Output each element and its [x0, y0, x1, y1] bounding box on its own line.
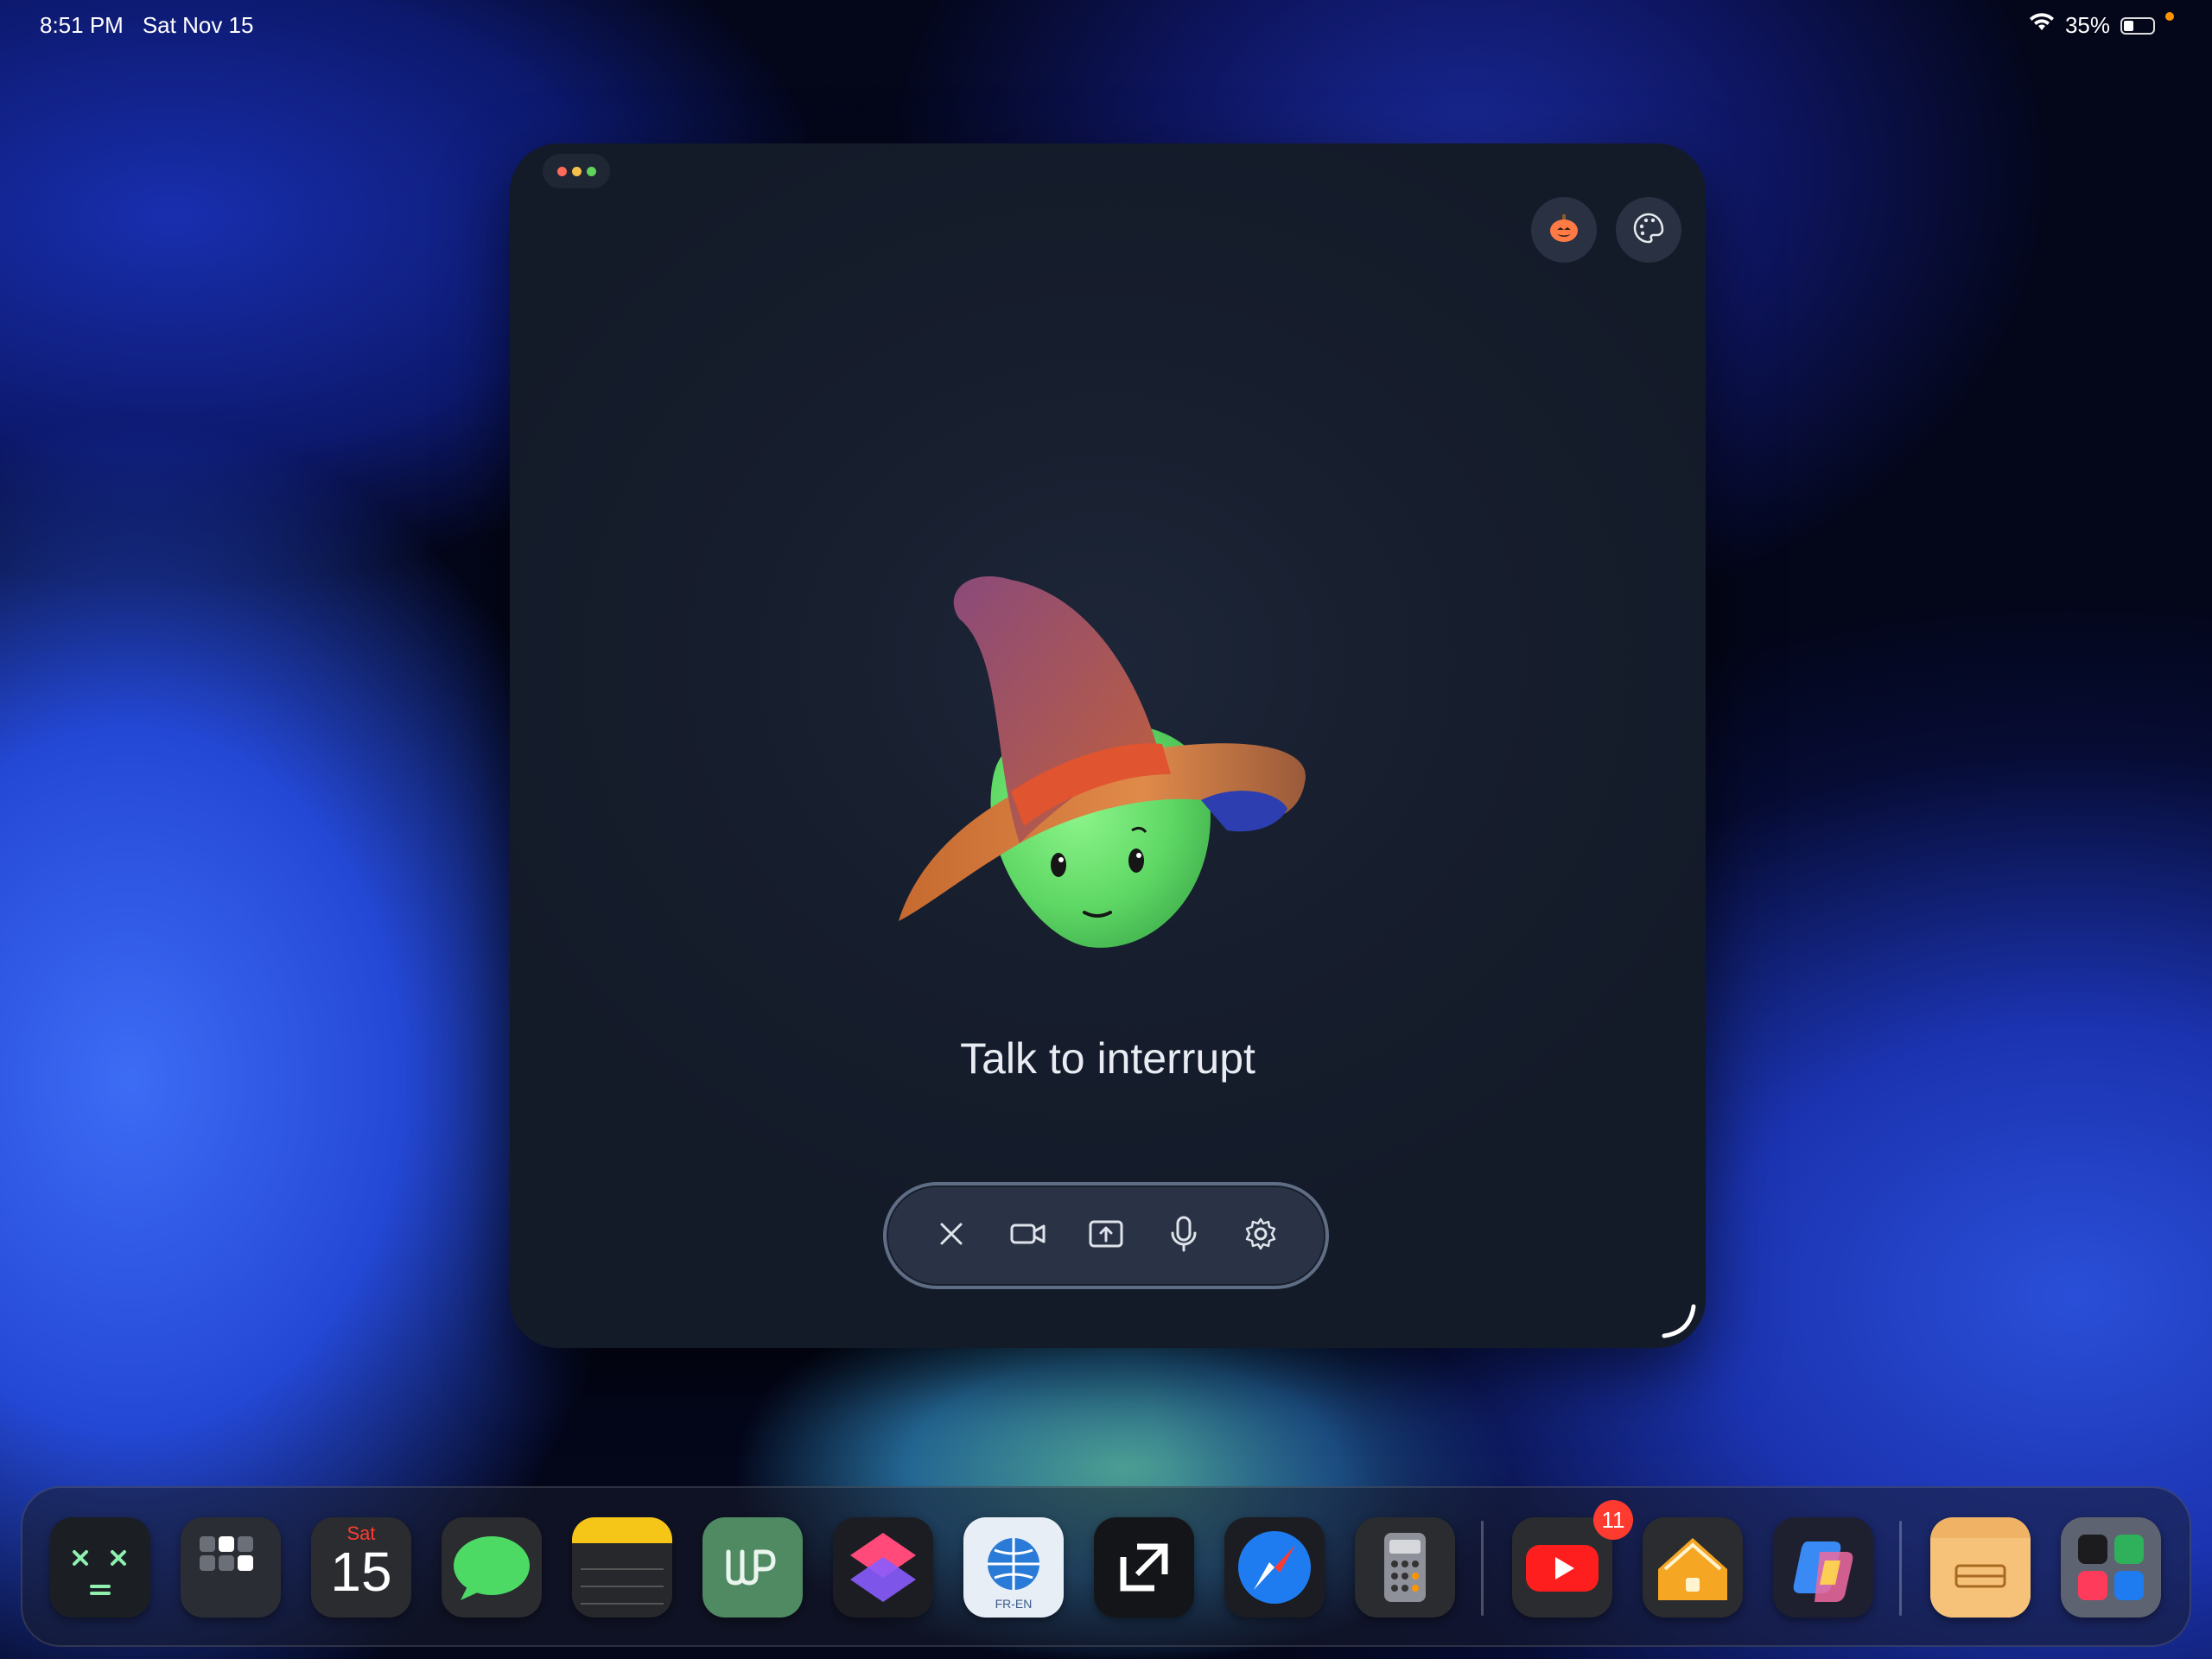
- window-zoom-dot[interactable]: [586, 166, 596, 176]
- youtube-badge: 11: [1593, 1500, 1633, 1540]
- close-icon: [937, 1219, 966, 1253]
- microphone-button[interactable]: [1154, 1205, 1214, 1266]
- folder-icon: [1930, 1538, 2031, 1618]
- palette-icon: [1631, 211, 1666, 250]
- resize-handle[interactable]: [1657, 1300, 1700, 1343]
- settings-button[interactable]: [1230, 1205, 1291, 1266]
- witch-hat-avatar: [873, 437, 1322, 1042]
- dock-app-safari[interactable]: [1224, 1517, 1325, 1618]
- share-screen-icon: [1088, 1217, 1124, 1255]
- share-screen-button[interactable]: [1076, 1205, 1136, 1266]
- theme-button[interactable]: [1616, 197, 1681, 263]
- battery-percent: 35%: [2064, 12, 2110, 38]
- status-bar: 8:51 PM Sat Nov 15 35%: [0, 10, 2212, 41]
- dock-app-calculator[interactable]: [1355, 1517, 1455, 1618]
- notes-icon: [572, 1517, 672, 1605]
- desktop: 8:51 PM Sat Nov 15 35% Talk to interrupt…: [0, 0, 2212, 1659]
- x-x-equals-icon: [73, 1550, 126, 1595]
- calculator-icon: [1384, 1533, 1426, 1602]
- camera-button[interactable]: [998, 1205, 1058, 1266]
- dock-app-word[interactable]: [702, 1517, 803, 1618]
- dock-app-home[interactable]: [1643, 1517, 1743, 1618]
- shortcuts-icon: [850, 1533, 916, 1602]
- dock-app-translate[interactable]: FR-EN: [963, 1517, 1064, 1618]
- compass-icon: [1238, 1531, 1311, 1604]
- gear-icon: [1243, 1217, 1278, 1255]
- status-date: Sat Nov 15: [142, 12, 254, 38]
- wp-icon: [726, 1549, 776, 1586]
- window-controls[interactable]: [543, 154, 610, 188]
- wifi-icon: [2029, 12, 2055, 39]
- pumpkin-icon: [1547, 211, 1581, 250]
- end-call-button[interactable]: [921, 1205, 982, 1266]
- dock-app-calendar[interactable]: Sat 15: [311, 1517, 411, 1618]
- crop-icon: [1120, 1543, 1168, 1592]
- dock-app-shortcuts[interactable]: [833, 1517, 933, 1618]
- grid-icon: [200, 1536, 253, 1571]
- status-time: 8:51 PM: [40, 12, 124, 38]
- dock-app-calculator-widget[interactable]: [50, 1517, 150, 1618]
- recording-indicator: [2165, 11, 2174, 21]
- assistant-window: Talk to interrupt: [510, 143, 1706, 1348]
- dock-app-messages[interactable]: [442, 1517, 542, 1618]
- dock-app-folder[interactable]: [2061, 1517, 2161, 1618]
- dock-app-files[interactable]: [1930, 1517, 2031, 1618]
- window-close-dot[interactable]: [556, 166, 567, 176]
- dock-divider: [1481, 1521, 1484, 1616]
- dock-app-library[interactable]: [181, 1517, 281, 1618]
- dock-app-notes[interactable]: [572, 1517, 672, 1618]
- dock: Sat 15 FR-EN 11: [21, 1486, 2191, 1647]
- dock-divider-2: [1899, 1521, 1902, 1616]
- dock-app-copilot[interactable]: [1773, 1517, 1873, 1618]
- copilot-icon: [1793, 1541, 1853, 1602]
- pumpkin-button[interactable]: [1531, 197, 1597, 263]
- translate-label: FR-EN: [995, 1597, 1033, 1611]
- window-minimize-dot[interactable]: [571, 166, 582, 176]
- chat-bubble-icon: [454, 1536, 530, 1600]
- dock-app-screen-capture[interactable]: [1094, 1517, 1194, 1618]
- video-camera-icon: [1009, 1219, 1047, 1253]
- microphone-icon: [1169, 1215, 1198, 1257]
- house-icon: [1658, 1538, 1727, 1600]
- folder-grid-icon: [2078, 1535, 2144, 1600]
- battery-icon: [2120, 16, 2155, 35]
- calendar-date-number: 15: [330, 1541, 392, 1603]
- call-controls-toolbar: [883, 1182, 1329, 1289]
- status-prompt: Talk to interrupt: [960, 1034, 1255, 1083]
